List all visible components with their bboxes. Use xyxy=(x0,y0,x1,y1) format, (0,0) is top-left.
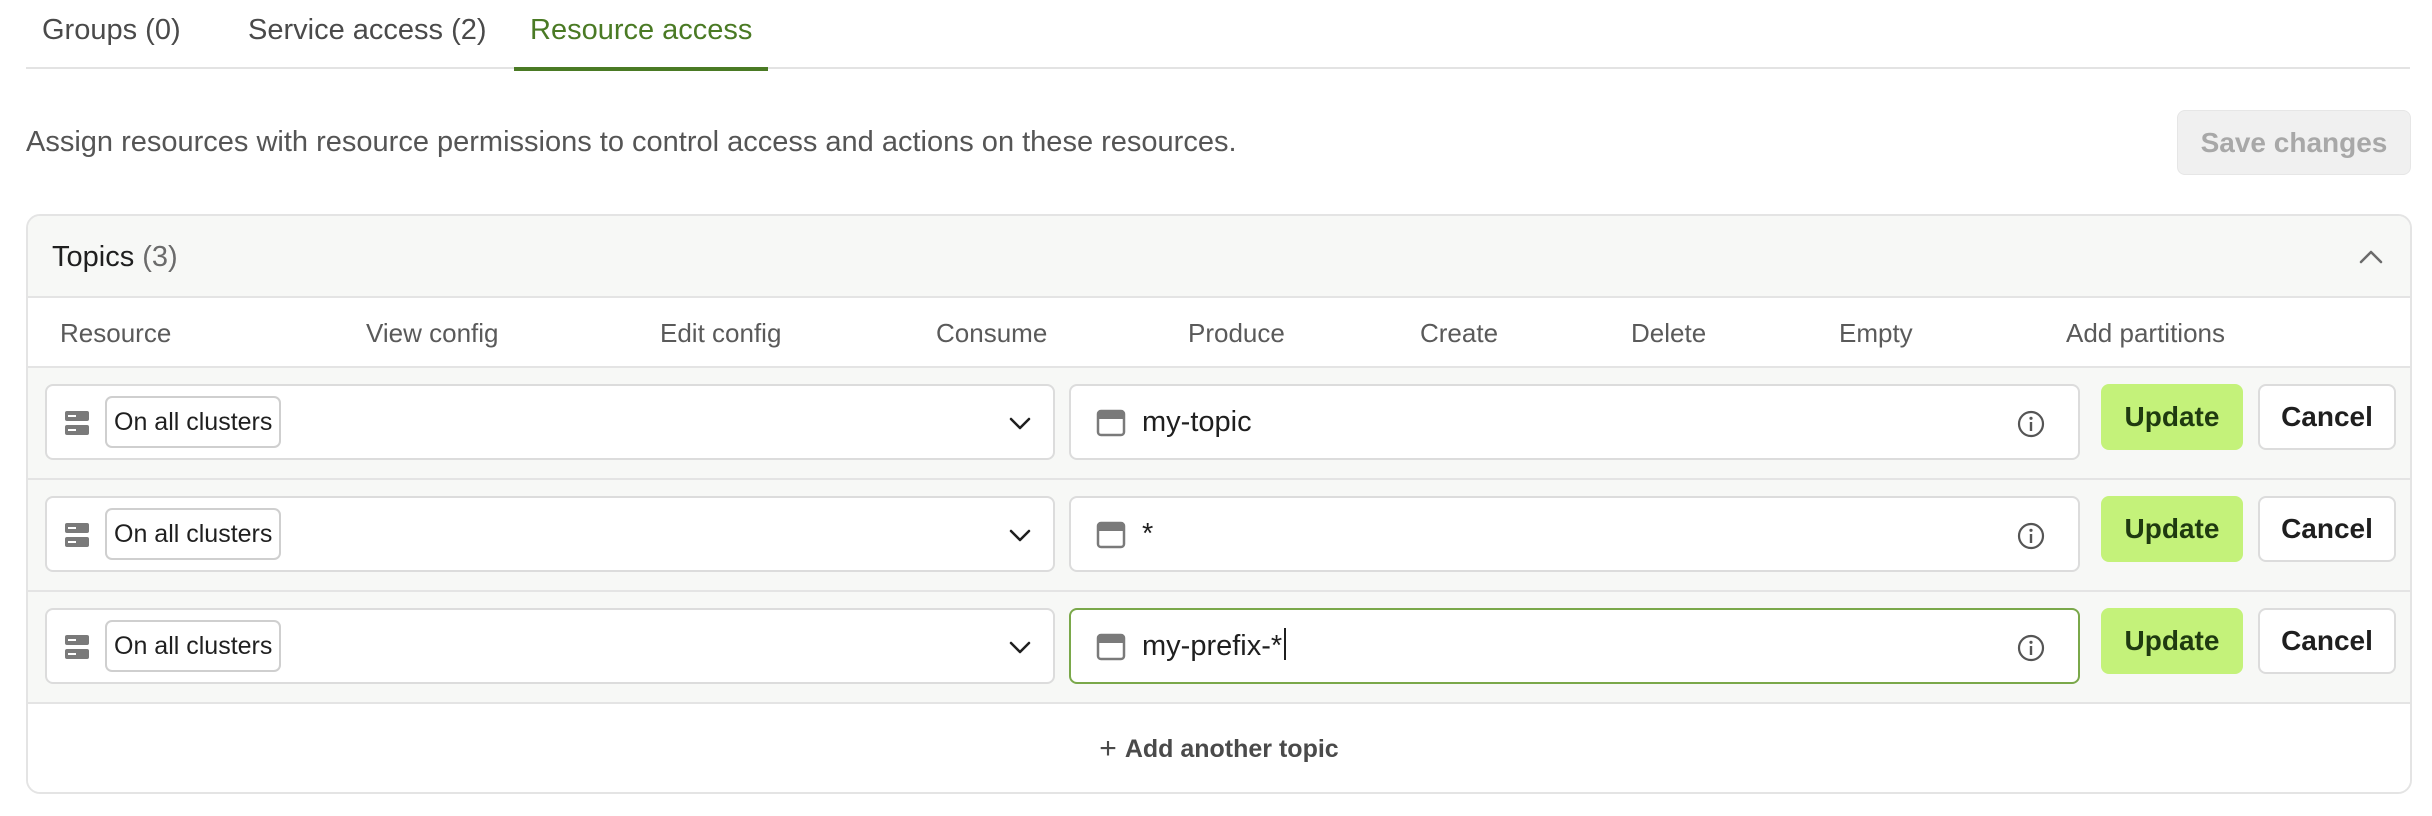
cluster-scope-select[interactable]: On all clusters xyxy=(45,608,1055,684)
tab-service-access[interactable]: Service access (2) xyxy=(232,12,503,69)
server-icon xyxy=(65,411,89,435)
update-button[interactable]: Update xyxy=(2101,384,2243,450)
add-another-topic-button[interactable]: + Add another topic xyxy=(28,704,2410,792)
info-icon[interactable] xyxy=(2016,633,2046,663)
cluster-scope-select[interactable]: On all clusters xyxy=(45,496,1055,572)
cluster-scope-chip[interactable]: On all clusters xyxy=(105,508,282,560)
panel-title-text: Topics xyxy=(52,241,135,273)
topic-name-value: my-prefix-* xyxy=(1142,628,1287,664)
col-resource: Resource xyxy=(60,318,172,348)
topics-panel: Topics (3) Resource View config Edit con… xyxy=(26,214,2412,794)
update-button[interactable]: Update xyxy=(2101,608,2243,674)
cancel-button[interactable]: Cancel xyxy=(2258,608,2396,674)
cancel-button[interactable]: Cancel xyxy=(2258,496,2396,562)
info-icon[interactable] xyxy=(2016,409,2046,439)
server-icon xyxy=(65,523,89,547)
col-edit-config: Edit config xyxy=(660,318,782,348)
chevron-down-icon[interactable] xyxy=(1007,412,1033,434)
tab-resource-access[interactable]: Resource access xyxy=(514,12,769,71)
update-button[interactable]: Update xyxy=(2101,496,2243,562)
chevron-up-icon[interactable] xyxy=(2356,242,2386,272)
cluster-scope-chip[interactable]: On all clusters xyxy=(105,620,282,672)
cluster-scope-chip[interactable]: On all clusters xyxy=(105,396,282,448)
cancel-button[interactable]: Cancel xyxy=(2258,384,2396,450)
col-add-partitions: Add partitions xyxy=(2066,318,2225,348)
topic-name-text: my-prefix-* xyxy=(1142,630,1283,662)
table-row: On all clusters * Update Cancel xyxy=(28,480,2410,592)
col-create: Create xyxy=(1420,318,1499,348)
add-another-topic-label: Add another topic xyxy=(1124,734,1339,763)
panel-count: (3) xyxy=(142,241,178,273)
tab-bar: Groups (0) Service access (2) Resource a… xyxy=(26,0,2410,71)
topic-name-input-focused[interactable]: my-prefix-* xyxy=(1069,608,2080,684)
col-consume: Consume xyxy=(936,318,1048,348)
chevron-down-icon[interactable] xyxy=(1007,636,1033,658)
server-icon xyxy=(65,635,89,659)
table-row: On all clusters my-topic Update Cancel xyxy=(28,368,2410,480)
topics-panel-header[interactable]: Topics (3) xyxy=(28,216,2410,298)
topic-name-value: my-topic xyxy=(1142,406,1252,438)
table-row: On all clusters my-prefix-* Update Cance… xyxy=(28,592,2410,704)
chevron-down-icon[interactable] xyxy=(1007,524,1033,546)
col-view-config: View config xyxy=(366,318,499,348)
topic-icon xyxy=(1096,409,1126,437)
topic-icon xyxy=(1096,633,1126,661)
col-delete: Delete xyxy=(1631,318,1707,348)
tab-groups[interactable]: Groups (0) xyxy=(26,12,197,69)
cluster-scope-select[interactable]: On all clusters xyxy=(45,384,1055,460)
info-icon[interactable] xyxy=(2016,521,2046,551)
panel-title: Topics (3) xyxy=(52,239,178,275)
page-description: Assign resources with resource permissio… xyxy=(26,126,1237,158)
plus-icon: + xyxy=(1099,732,1117,765)
topic-icon xyxy=(1096,521,1126,549)
topic-name-input[interactable]: * xyxy=(1069,496,2080,572)
topic-name-value: * xyxy=(1142,518,1154,550)
col-produce: Produce xyxy=(1188,318,1285,348)
column-headers: Resource View config Edit config Consume… xyxy=(28,298,2410,368)
save-changes-button[interactable]: Save changes xyxy=(2177,110,2411,175)
col-empty: Empty xyxy=(1839,318,1913,348)
text-caret xyxy=(1284,628,1287,660)
topic-name-input[interactable]: my-topic xyxy=(1069,384,2080,460)
